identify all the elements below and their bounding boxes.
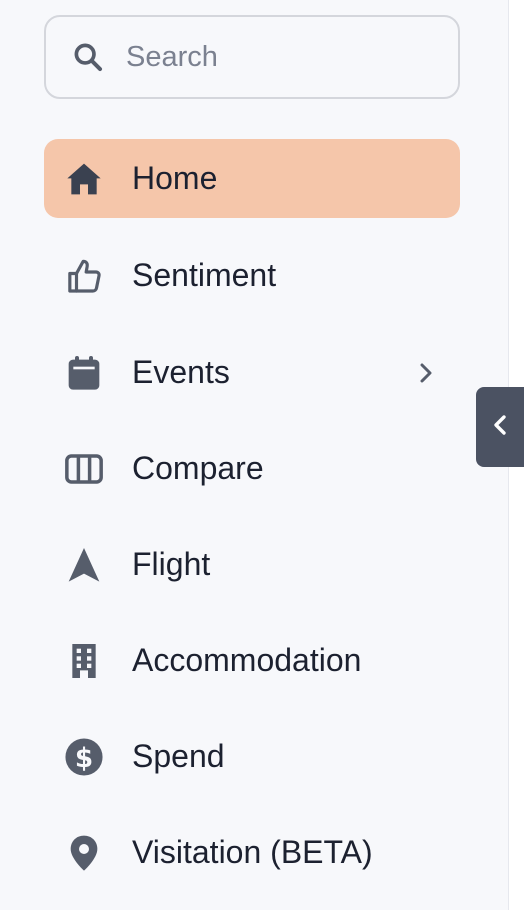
nav-item-compare[interactable]: Compare	[44, 429, 460, 508]
chevron-left-icon	[490, 411, 510, 444]
nav-item-label: Compare	[132, 450, 264, 486]
nav-item-home[interactable]: Home	[44, 139, 460, 218]
nav-item-events[interactable]: Events	[44, 333, 460, 412]
nav-item-label: Visitation (BETA)	[132, 834, 373, 870]
svg-text:$: $	[75, 743, 93, 773]
chevron-right-icon[interactable]	[416, 361, 436, 385]
nav-item-label: Home	[132, 160, 218, 196]
search-input[interactable]	[126, 40, 426, 74]
building-icon	[62, 639, 106, 683]
dollar-circle-icon: $	[62, 735, 106, 779]
nav-item-label: Flight	[132, 546, 211, 582]
nav-item-flight[interactable]: Flight	[44, 525, 460, 604]
search-box[interactable]	[44, 15, 460, 99]
nav-item-spend[interactable]: $ Spend	[44, 717, 460, 796]
nav-item-label: Accommodation	[132, 642, 362, 678]
nav-item-label: Spend	[132, 738, 225, 774]
navigation-arrow-icon	[62, 543, 106, 587]
home-icon	[62, 157, 106, 201]
calendar-icon	[62, 351, 106, 395]
collapse-sidebar-button[interactable]	[476, 387, 524, 467]
nav-item-label: Events	[132, 354, 230, 390]
sidebar: Home Sentiment Events	[0, 0, 508, 910]
columns-icon	[62, 447, 106, 491]
nav-item-label: Sentiment	[132, 257, 277, 293]
search-icon	[70, 39, 106, 75]
nav-item-visitation[interactable]: Visitation (BETA)	[44, 813, 460, 892]
thumbs-up-icon	[62, 254, 106, 298]
map-pin-icon	[62, 831, 106, 875]
nav-item-accommodation[interactable]: Accommodation	[44, 621, 460, 700]
nav-item-sentiment[interactable]: Sentiment	[44, 236, 460, 315]
